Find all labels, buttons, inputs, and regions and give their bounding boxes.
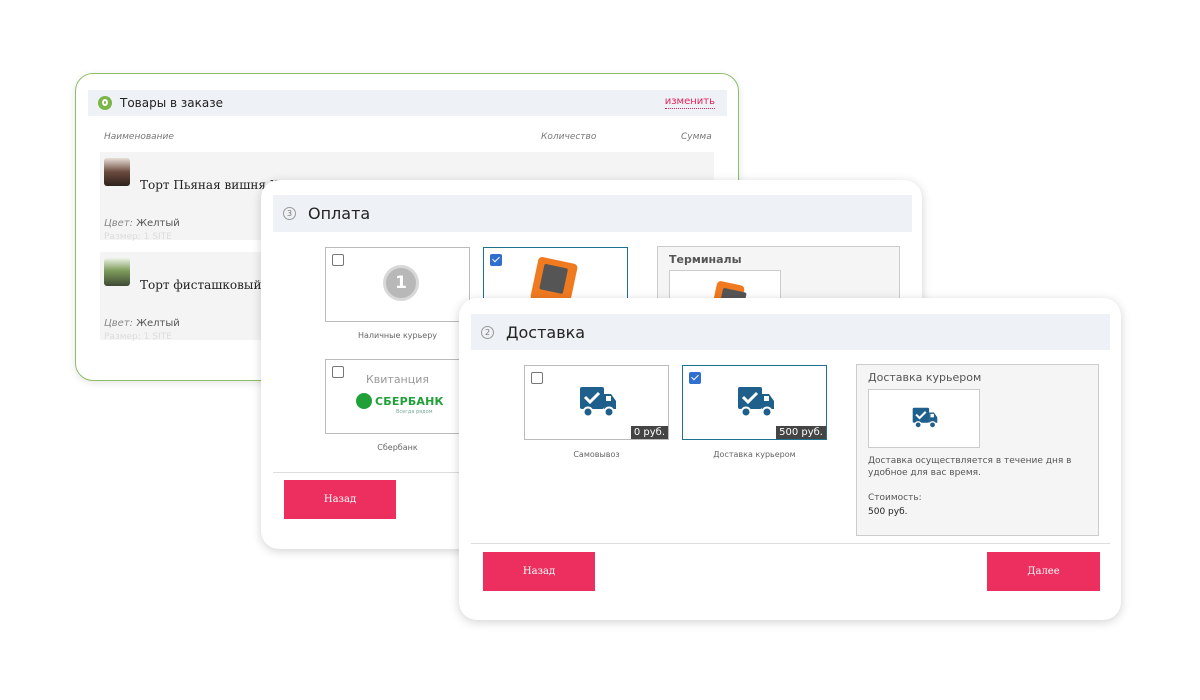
payment-cash-checkbox[interactable] xyxy=(332,254,344,266)
payment-title: Оплата xyxy=(308,204,371,223)
order-items-title: Товары в заказе xyxy=(120,96,223,110)
payment-header: 3 Оплата xyxy=(273,195,912,232)
delivery-truck-icon xyxy=(912,407,938,429)
order-items-header: Товары в заказе изменить xyxy=(88,90,727,116)
delivery-truck-icon xyxy=(738,387,774,418)
sberbank-logo: СБЕРБАНК xyxy=(356,393,444,409)
delivery-courier-label: Доставка курьером xyxy=(713,450,796,459)
payment-terminal-checkbox[interactable] xyxy=(490,254,502,266)
column-qty: Количество xyxy=(541,132,597,142)
sberbank-slogan: Всегда рядом xyxy=(396,409,433,415)
delivery-courier-checkbox[interactable] xyxy=(689,372,701,384)
delivery-pickup-label: Самовывоз xyxy=(573,450,620,459)
product-attribute-faded: Размер: 1 SITE xyxy=(104,332,172,342)
payment-sberbank-label: Сбербанк xyxy=(377,443,418,452)
delivery-next-button[interactable]: Далее xyxy=(987,552,1100,591)
delivery-truck-icon xyxy=(580,387,616,418)
product-attribute-faded: Размер: 1 SITE xyxy=(104,232,172,242)
delivery-info-box: Доставка курьером Доставка осуществляетс… xyxy=(856,364,1099,536)
delivery-info-title: Доставка курьером xyxy=(868,371,982,384)
delivery-info-image xyxy=(868,389,980,448)
receipt-text: Квитанция xyxy=(365,373,430,386)
product-attribute: Цвет: Желтый xyxy=(104,218,180,229)
divider xyxy=(471,543,1110,544)
payment-info-box: Терминалы xyxy=(657,246,900,312)
delivery-courier-price: 500 руб. xyxy=(776,426,826,439)
step-number: 2 xyxy=(481,325,494,339)
delivery-cost-label: Стоимость: xyxy=(868,493,922,503)
delivery-header: 2 Доставка xyxy=(471,314,1110,350)
delivery-card: 2 Доставка 0 руб. Самовывоз 500 руб. Дос… xyxy=(459,298,1121,620)
delivery-cost-value: 500 руб. xyxy=(868,507,908,517)
delivery-back-button[interactable]: Назад xyxy=(483,552,595,591)
delivery-description: Доставка осуществляется в течение дня в … xyxy=(868,456,1072,478)
divider xyxy=(273,472,473,473)
product-image xyxy=(104,258,130,286)
step-number: 3 xyxy=(283,207,296,220)
product-name[interactable]: Торт фисташковый Ж xyxy=(140,278,279,292)
sberbank-logo-icon xyxy=(356,393,372,409)
delivery-pickup-checkbox[interactable] xyxy=(531,372,543,384)
payment-option-sberbank[interactable]: Квитанция СБЕРБАНК Всегда рядом xyxy=(325,359,470,434)
edit-order-link[interactable]: изменить xyxy=(664,96,715,109)
delivery-option-pickup[interactable]: 0 руб. xyxy=(524,365,669,440)
column-sum: Сумма xyxy=(681,132,712,142)
product-image xyxy=(104,158,130,186)
payment-cash-label: Наличные курьеру xyxy=(357,331,438,340)
payment-back-button[interactable]: Назад xyxy=(284,480,396,519)
delivery-title: Доставка xyxy=(506,322,586,342)
order-icon xyxy=(98,96,112,110)
product-attribute: Цвет: Желтый xyxy=(104,318,180,329)
column-name: Наименование xyxy=(104,132,174,142)
delivery-option-courier[interactable]: 500 руб. xyxy=(682,365,827,440)
payment-option-cash[interactable]: 1 xyxy=(325,247,470,322)
coin-1-icon: 1 xyxy=(383,265,419,301)
delivery-pickup-price: 0 руб. xyxy=(630,426,668,439)
payment-info-title: Терминалы xyxy=(669,253,742,266)
